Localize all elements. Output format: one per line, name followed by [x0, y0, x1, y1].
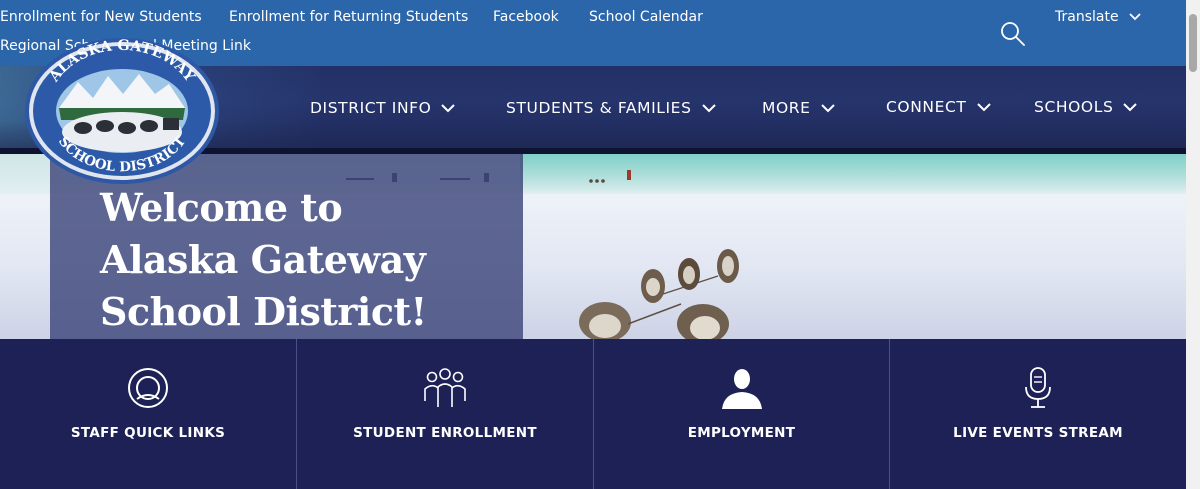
district-seal-logo: ALASKA GATEWAY SCHOOL DISTRICT	[25, 37, 219, 184]
scrollbar-thumb[interactable]	[1189, 14, 1197, 72]
link-school-calendar[interactable]: School Calendar	[589, 9, 703, 25]
nav-district-info[interactable]: DISTRICT INFO	[310, 66, 456, 150]
nav-schools[interactable]: SCHOOLS	[1034, 66, 1138, 149]
tile-label: LIVE EVENTS STREAM	[953, 425, 1123, 441]
dog-sled-team-photo	[579, 170, 739, 339]
group-icon	[424, 368, 466, 407]
nav-label: SCHOOLS	[1034, 98, 1114, 116]
chevron-down-icon	[820, 103, 835, 112]
nav-connect[interactable]: CONNECT	[886, 66, 991, 149]
chevron-down-icon	[1123, 102, 1138, 111]
nav-label: MORE	[762, 99, 811, 117]
microphone-icon	[1025, 367, 1051, 408]
page-scrollbar[interactable]	[1186, 0, 1200, 489]
nav-label: DISTRICT INFO	[310, 99, 432, 117]
nav-label: CONNECT	[886, 98, 967, 116]
welcome-line-2: Alaska Gateway	[100, 237, 426, 282]
tile-label: STAFF QUICK LINKS	[70, 425, 226, 441]
tile-label: STUDENT ENROLLMENT	[353, 425, 537, 441]
chevron-down-icon	[1129, 13, 1141, 21]
chevron-down-icon	[701, 103, 716, 112]
headset-circle-icon	[128, 368, 168, 408]
tile-live-events-stream[interactable]: LIVE EVENTS STREAM	[890, 339, 1186, 489]
search-icon	[1001, 22, 1025, 46]
nav-label: STUDENTS & FAMILIES	[506, 99, 692, 117]
chevron-down-icon	[976, 102, 991, 111]
nav-students-families[interactable]: STUDENTS & FAMILIES	[506, 66, 716, 150]
quick-link-tiles: STAFF QUICK LINKS STUDENT ENROLLMENT EMP…	[0, 339, 1186, 489]
link-facebook[interactable]: Facebook	[493, 9, 559, 25]
welcome-line-3: School District!	[100, 289, 427, 334]
tile-label: EMPLOYMENT	[687, 425, 796, 441]
chevron-down-icon	[441, 103, 456, 112]
translate-label: Translate	[1055, 9, 1119, 25]
tile-staff-quick-links[interactable]: STAFF QUICK LINKS	[0, 339, 297, 489]
welcome-heading: Welcome to Alaska Gateway School Distric…	[100, 182, 500, 338]
person-icon	[721, 369, 762, 409]
link-enrollment-new[interactable]: Enrollment for New Students	[0, 9, 202, 25]
tile-employment[interactable]: EMPLOYMENT	[594, 339, 890, 489]
district-logo[interactable]: ALASKA GATEWAY SCHOOL DISTRICT	[23, 36, 221, 186]
link-enrollment-returning[interactable]: Enrollment for Returning Students	[229, 9, 468, 25]
tile-student-enrollment[interactable]: STUDENT ENROLLMENT	[297, 339, 594, 489]
nav-more[interactable]: MORE	[762, 66, 835, 150]
welcome-line-1: Welcome to	[100, 185, 343, 230]
translate-dropdown[interactable]: Translate	[1055, 9, 1141, 25]
search-button[interactable]	[999, 20, 1027, 48]
